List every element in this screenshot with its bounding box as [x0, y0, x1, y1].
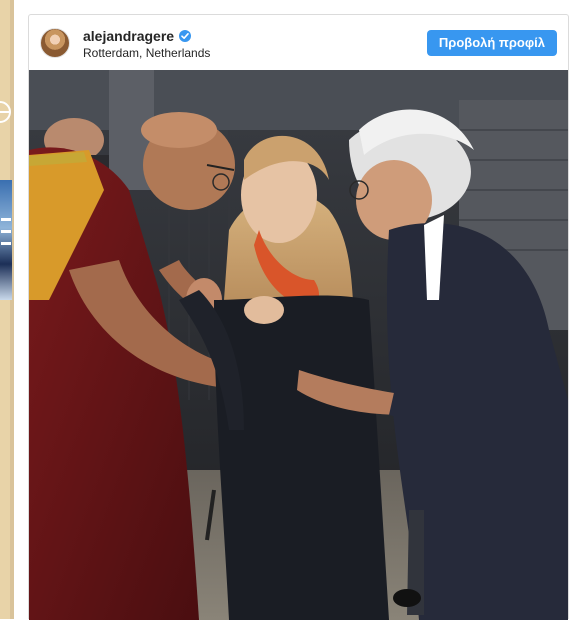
- background-page-strip: [0, 0, 14, 619]
- post-header: alejandragere Rotterdam, Netherlands Προ…: [29, 15, 568, 71]
- location-link[interactable]: Rotterdam, Netherlands: [83, 46, 210, 60]
- background-page-edge: [0, 0, 10, 619]
- instagram-embed-card: alejandragere Rotterdam, Netherlands Προ…: [28, 14, 569, 620]
- username-link[interactable]: alejandragere: [83, 28, 174, 44]
- partial-logo-icon: [0, 101, 11, 123]
- partial-thumbnail-image[interactable]: [0, 180, 12, 300]
- verified-badge-icon: [179, 30, 192, 42]
- username-line: alejandragere: [83, 27, 192, 45]
- profile-avatar[interactable]: [40, 28, 70, 58]
- view-profile-button[interactable]: Προβολή προφίλ: [426, 30, 557, 56]
- post-photo[interactable]: [29, 70, 568, 620]
- post-photo-illustration: [29, 70, 568, 620]
